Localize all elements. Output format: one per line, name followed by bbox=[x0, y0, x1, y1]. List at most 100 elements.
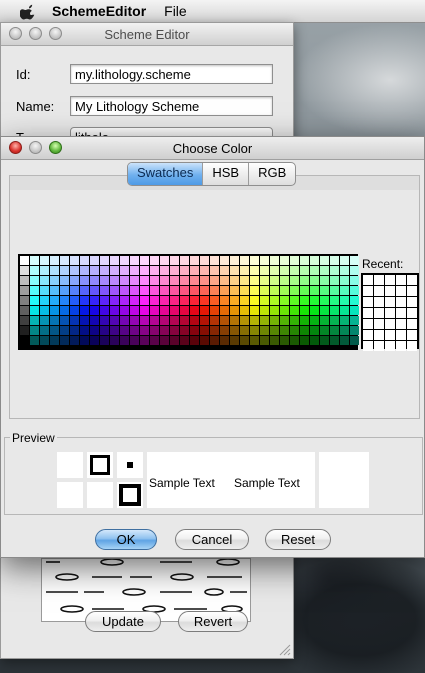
color-swatch[interactable] bbox=[230, 266, 239, 275]
color-swatch[interactable] bbox=[140, 336, 149, 345]
recent-swatch[interactable] bbox=[363, 297, 373, 307]
color-swatch[interactable] bbox=[230, 316, 239, 325]
color-swatch[interactable] bbox=[270, 326, 279, 335]
color-swatch[interactable] bbox=[130, 336, 139, 345]
color-swatch[interactable] bbox=[260, 306, 269, 315]
color-swatch[interactable] bbox=[90, 276, 99, 285]
color-swatch[interactable] bbox=[20, 266, 29, 275]
color-swatch[interactable] bbox=[170, 296, 179, 305]
color-swatch[interactable] bbox=[300, 306, 309, 315]
color-swatch[interactable] bbox=[330, 336, 339, 345]
recent-swatch[interactable] bbox=[407, 341, 417, 351]
color-swatch[interactable] bbox=[60, 286, 69, 295]
color-swatch[interactable] bbox=[40, 336, 49, 345]
color-swatch[interactable] bbox=[70, 306, 79, 315]
color-swatch[interactable] bbox=[170, 266, 179, 275]
color-swatch[interactable] bbox=[220, 266, 229, 275]
color-swatch[interactable] bbox=[210, 256, 219, 265]
color-swatch[interactable] bbox=[120, 276, 129, 285]
color-swatch[interactable] bbox=[130, 306, 139, 315]
color-swatch[interactable] bbox=[150, 316, 159, 325]
recent-swatch[interactable] bbox=[396, 308, 406, 318]
color-swatch[interactable] bbox=[290, 336, 299, 345]
color-swatch[interactable] bbox=[40, 296, 49, 305]
color-swatch[interactable] bbox=[250, 326, 259, 335]
color-swatch[interactable] bbox=[180, 306, 189, 315]
color-swatch[interactable] bbox=[210, 326, 219, 335]
color-swatch[interactable] bbox=[310, 256, 319, 265]
color-swatch[interactable] bbox=[310, 266, 319, 275]
color-swatch[interactable] bbox=[200, 286, 209, 295]
color-swatch[interactable] bbox=[100, 326, 109, 335]
recent-swatch[interactable] bbox=[385, 286, 395, 296]
recent-swatch[interactable] bbox=[385, 275, 395, 285]
color-swatch[interactable] bbox=[140, 276, 149, 285]
color-swatch[interactable] bbox=[250, 276, 259, 285]
color-swatch[interactable] bbox=[310, 326, 319, 335]
color-swatch[interactable] bbox=[140, 286, 149, 295]
color-swatch[interactable] bbox=[170, 276, 179, 285]
color-swatch[interactable] bbox=[240, 336, 249, 345]
color-swatch[interactable] bbox=[220, 316, 229, 325]
name-field[interactable]: My Lithology Scheme bbox=[70, 96, 273, 116]
color-swatch[interactable] bbox=[80, 306, 89, 315]
color-swatch[interactable] bbox=[290, 256, 299, 265]
recent-swatch[interactable] bbox=[374, 308, 384, 318]
color-swatch[interactable] bbox=[180, 266, 189, 275]
color-swatch[interactable] bbox=[320, 276, 329, 285]
color-swatch[interactable] bbox=[320, 326, 329, 335]
color-swatch[interactable] bbox=[30, 326, 39, 335]
color-swatch[interactable] bbox=[70, 296, 79, 305]
color-swatch[interactable] bbox=[350, 266, 359, 275]
color-swatch[interactable] bbox=[80, 336, 89, 345]
color-swatch[interactable] bbox=[200, 276, 209, 285]
color-swatch[interactable] bbox=[70, 326, 79, 335]
color-swatch[interactable] bbox=[60, 266, 69, 275]
color-swatch[interactable] bbox=[60, 316, 69, 325]
color-swatch[interactable] bbox=[160, 336, 169, 345]
color-swatch[interactable] bbox=[80, 326, 89, 335]
color-swatch[interactable] bbox=[130, 286, 139, 295]
color-swatch[interactable] bbox=[190, 286, 199, 295]
color-swatch[interactable] bbox=[30, 286, 39, 295]
color-swatch[interactable] bbox=[340, 326, 349, 335]
color-swatch[interactable] bbox=[280, 336, 289, 345]
recent-swatch[interactable] bbox=[374, 275, 384, 285]
recent-swatch[interactable] bbox=[407, 330, 417, 340]
color-swatch[interactable] bbox=[20, 316, 29, 325]
color-swatch[interactable] bbox=[120, 286, 129, 295]
color-swatch[interactable] bbox=[30, 306, 39, 315]
color-swatch[interactable] bbox=[60, 336, 69, 345]
revert-button[interactable]: Revert bbox=[178, 611, 248, 632]
color-swatch[interactable] bbox=[110, 286, 119, 295]
recent-swatch[interactable] bbox=[396, 341, 406, 351]
color-swatch[interactable] bbox=[150, 266, 159, 275]
color-swatch[interactable] bbox=[320, 296, 329, 305]
color-swatch[interactable] bbox=[100, 266, 109, 275]
color-swatch[interactable] bbox=[340, 336, 349, 345]
color-swatch[interactable] bbox=[250, 296, 259, 305]
recent-swatch[interactable] bbox=[385, 308, 395, 318]
color-swatch[interactable] bbox=[50, 316, 59, 325]
color-swatch[interactable] bbox=[170, 286, 179, 295]
recent-swatch[interactable] bbox=[407, 286, 417, 296]
color-swatch[interactable] bbox=[310, 336, 319, 345]
color-swatch[interactable] bbox=[350, 276, 359, 285]
color-swatch[interactable] bbox=[60, 276, 69, 285]
color-swatch[interactable] bbox=[240, 256, 249, 265]
color-swatch[interactable] bbox=[220, 306, 229, 315]
color-swatch[interactable] bbox=[190, 256, 199, 265]
color-swatch[interactable] bbox=[100, 316, 109, 325]
color-swatch[interactable] bbox=[90, 336, 99, 345]
color-swatch[interactable] bbox=[180, 336, 189, 345]
color-swatch[interactable] bbox=[120, 336, 129, 345]
color-swatch[interactable] bbox=[50, 266, 59, 275]
color-swatch[interactable] bbox=[300, 336, 309, 345]
color-swatch[interactable] bbox=[310, 296, 319, 305]
color-swatch[interactable] bbox=[270, 296, 279, 305]
color-swatch[interactable] bbox=[270, 266, 279, 275]
color-swatch[interactable] bbox=[170, 326, 179, 335]
color-swatch[interactable] bbox=[130, 316, 139, 325]
recent-swatch[interactable] bbox=[374, 330, 384, 340]
color-swatch[interactable] bbox=[250, 266, 259, 275]
